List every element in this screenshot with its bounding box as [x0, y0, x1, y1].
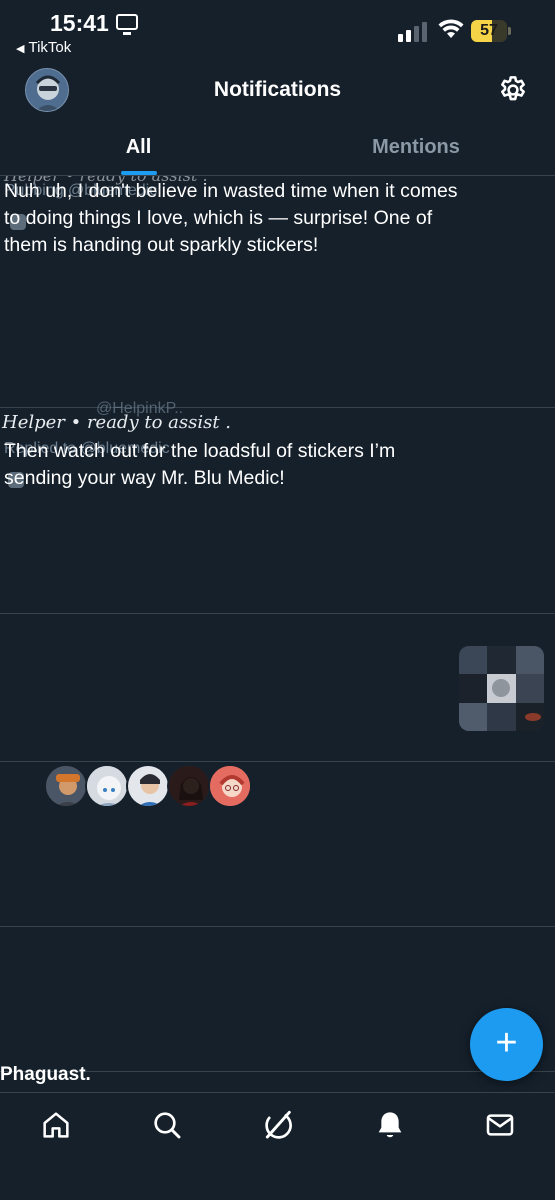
back-app-label: TikTok: [28, 39, 72, 56]
avatar[interactable]: [208, 764, 252, 808]
settings-gear-icon[interactable]: [497, 74, 529, 106]
notification-tabs: All Mentions: [0, 124, 555, 176]
ghost-header-text: Helper • ready to assist .: [2, 412, 232, 433]
status-time: 15:41: [50, 10, 109, 36]
bell-icon[interactable]: [374, 1109, 406, 1141]
avatar[interactable]: [85, 764, 129, 808]
app-header: Notifications: [0, 62, 555, 118]
battery-indicator: 57: [471, 20, 511, 42]
partial-item-title: Phaguast.: [0, 1064, 91, 1085]
notification-body: Then watch out for the loadsful of stick…: [4, 440, 396, 489]
media-thumbnail[interactable]: [459, 646, 544, 731]
tab-active-indicator: [121, 171, 157, 175]
media-collage-image: [459, 646, 544, 731]
cellular-signal-icon: [398, 22, 428, 42]
feed-divider: [0, 926, 555, 927]
home-icon[interactable]: [40, 1109, 72, 1141]
page-title: Notifications: [213, 78, 342, 101]
avatar[interactable]: [167, 764, 211, 808]
back-to-app-link[interactable]: ◀ TikTok: [16, 39, 71, 56]
search-icon[interactable]: [151, 1109, 183, 1141]
grok-icon[interactable]: [262, 1109, 294, 1141]
mail-icon[interactable]: [484, 1109, 516, 1141]
back-triangle-icon: ◀: [16, 43, 25, 55]
notifications-feed[interactable]: Helper • ready to assist . Rubbing @blue…: [0, 176, 555, 1091]
compose-button[interactable]: +: [470, 1008, 543, 1081]
feed-divider: [0, 407, 555, 408]
bottom-nav: [0, 1092, 555, 1200]
battery-percent: 57: [480, 22, 498, 39]
feed-divider: [0, 761, 555, 762]
tab-all[interactable]: All: [0, 124, 277, 176]
avatar[interactable]: [44, 764, 88, 808]
wifi-icon: [438, 19, 464, 38]
screen-mirroring-icon: [116, 14, 138, 35]
avatar[interactable]: [126, 764, 170, 808]
notification-body: Nuh uh, I don't believe in wasted time w…: [4, 180, 458, 256]
feed-divider: [0, 613, 555, 614]
plus-icon: +: [495, 1022, 518, 1064]
tab-mentions[interactable]: Mentions: [277, 124, 555, 176]
status-bar: 15:41 ◀ TikTok 57: [0, 0, 555, 62]
